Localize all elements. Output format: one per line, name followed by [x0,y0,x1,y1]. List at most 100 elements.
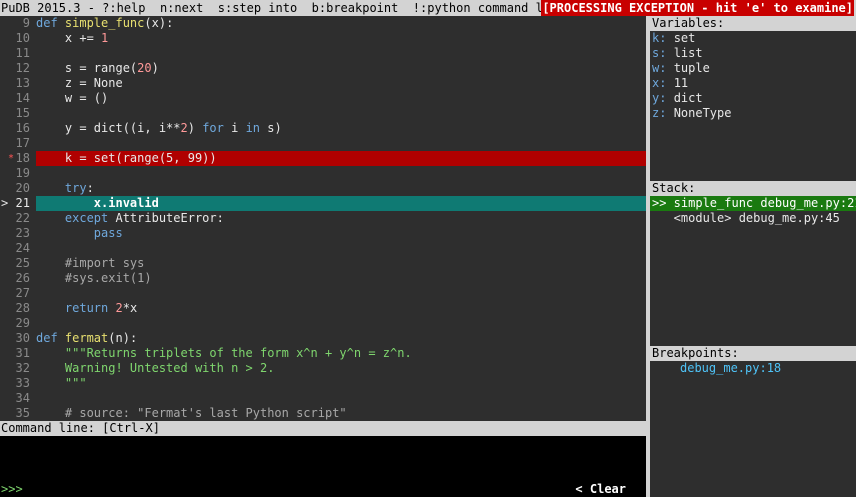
line-gutter: 16 [0,121,34,136]
variable-row[interactable]: s: list [650,46,856,61]
code-text: x += 1 [36,31,646,46]
source-line[interactable]: 15 [0,106,646,121]
breakpoints-header[interactable]: Breakpoints: [650,346,856,361]
command-input-bar[interactable]: >>> < Clear [0,482,646,497]
breakpoint-marker: * [8,153,15,164]
code-token: x += [36,31,102,45]
variable-row[interactable]: x: 11 [650,76,856,91]
line-number: 30 [15,331,30,345]
code-text: x.invalid [36,196,646,211]
line-number: 11 [15,46,30,60]
code-token: pass [36,226,123,240]
source-line[interactable]: 17 [0,136,646,151]
line-number: 24 [15,241,30,255]
source-line[interactable]: 19 [0,166,646,181]
source-line[interactable]: 31 """Returns triplets of the form x^n +… [0,346,646,361]
code-text: #import sys [36,256,646,271]
code-token: Warning! Untested with n > 2. [36,361,275,375]
source-line[interactable]: 28 return 2*x [0,301,646,316]
code-token: except [36,211,109,225]
source-line[interactable]: 16 y = dict((i, i**2) for i in s) [0,121,646,136]
source-line[interactable]: 22 except AttributeError: [0,211,646,226]
source-line[interactable]: 9 def simple_func(x): [0,16,646,31]
code-token: (x): [144,16,174,30]
code-text: k = set(range(5, 99)) [36,151,646,166]
code-token: 2 [180,121,188,135]
line-gutter: 31 [0,346,34,361]
source-line[interactable]: 23 pass [0,226,646,241]
line-number: 16 [15,121,30,135]
source-line[interactable]: 14 w = () [0,91,646,106]
code-text: def simple_func(x): [36,16,646,31]
source-line[interactable]: 10 x += 1 [0,31,646,46]
source-line[interactable]: 33 """ [0,376,646,391]
code-token: x.invalid [36,196,159,210]
clear-button[interactable]: < Clear [575,482,626,497]
current-source-line[interactable]: >21 x.invalid [0,196,646,211]
code-text: try: [36,181,646,196]
stack-frame[interactable]: <module> debug_me.py:45 [650,211,856,226]
source-line[interactable]: 34 [0,391,646,406]
line-number: 17 [15,136,30,150]
line-gutter: >21 [0,196,34,211]
line-number: 19 [15,166,30,180]
variables-header[interactable]: Variables: [650,16,856,31]
source-code-pane[interactable]: 9 def simple_func(x): 10 x += 1 11 12 s = ra… [0,16,646,421]
line-number: 10 [15,31,30,45]
variable-row[interactable]: w: tuple [650,61,856,76]
line-gutter: 30 [0,331,34,346]
code-token: s = range( [36,61,138,75]
source-line[interactable]: 26 #sys.exit(1) [0,271,646,286]
source-line[interactable]: 11 [0,46,646,61]
code-token: *x [122,301,138,315]
variable-type: 11 [673,76,689,90]
code-text: w = () [36,91,646,106]
source-line[interactable]: 35 # source: "Fermat's last Python scrip… [0,406,646,421]
code-text: y = dict((i, i**2) for i in s) [36,121,646,136]
line-number: 28 [15,301,30,315]
source-line[interactable]: 25 #import sys [0,256,646,271]
code-token: s) [260,121,282,135]
code-text: Warning! Untested with n > 2. [36,361,646,376]
line-gutter: 28 [0,301,34,316]
line-number: 33 [15,376,30,390]
line-gutter: 33 [0,376,34,391]
source-line[interactable]: 27 [0,286,646,301]
variable-type: NoneType [673,106,732,120]
line-number: 18 [15,151,30,165]
variable-type: dict [673,91,703,105]
variable-row[interactable]: z: NoneType [650,106,856,121]
source-line[interactable]: 30 def fermat(n): [0,331,646,346]
line-gutter: 35 [0,406,34,421]
stack-header[interactable]: Stack: [650,181,856,196]
code-token: for [202,121,224,135]
exception-banner[interactable]: [PROCESSING EXCEPTION - hit 'e' to exami… [541,0,854,16]
source-line[interactable]: 13 z = None [0,76,646,91]
variable-separator: : [659,91,674,105]
breakpoint-entry[interactable]: debug_me.py:18 [650,361,856,376]
code-text: #sys.exit(1) [36,271,646,286]
variable-row[interactable]: y: dict [650,91,856,106]
breakpoints-pane[interactable]: debug_me.py:18 [650,361,856,497]
line-gutter: 10 [0,31,34,46]
stack-pane[interactable]: >> simple_func debug_me.py:21 <module> d… [650,196,856,346]
source-line[interactable]: 29 [0,316,646,331]
active-stack-frame[interactable]: >> simple_func debug_me.py:21 [650,196,856,211]
source-line[interactable]: 20 try: [0,181,646,196]
code-token: AttributeError: [108,211,224,225]
source-line[interactable]: 12 s = range(20) [0,61,646,76]
variable-row[interactable]: k: set [650,31,856,46]
command-prompt[interactable]: >>> [1,482,23,497]
source-line[interactable]: 32 Warning! Untested with n > 2. [0,361,646,376]
line-gutter: 23 [0,226,34,241]
line-gutter: 32 [0,361,34,376]
command-line-header[interactable]: Command line: [Ctrl-X] [0,421,647,436]
variable-separator: : [659,46,674,60]
breakpoint-source-line[interactable]: * 18 k = set(range(5, 99)) [0,151,646,166]
code-text: def fermat(n): [36,331,646,346]
code-token: def [36,331,65,345]
variables-pane[interactable]: k: set s: list w: tuple x: 11 y: dict z: None… [650,31,856,181]
source-line[interactable]: 24 [0,241,646,256]
